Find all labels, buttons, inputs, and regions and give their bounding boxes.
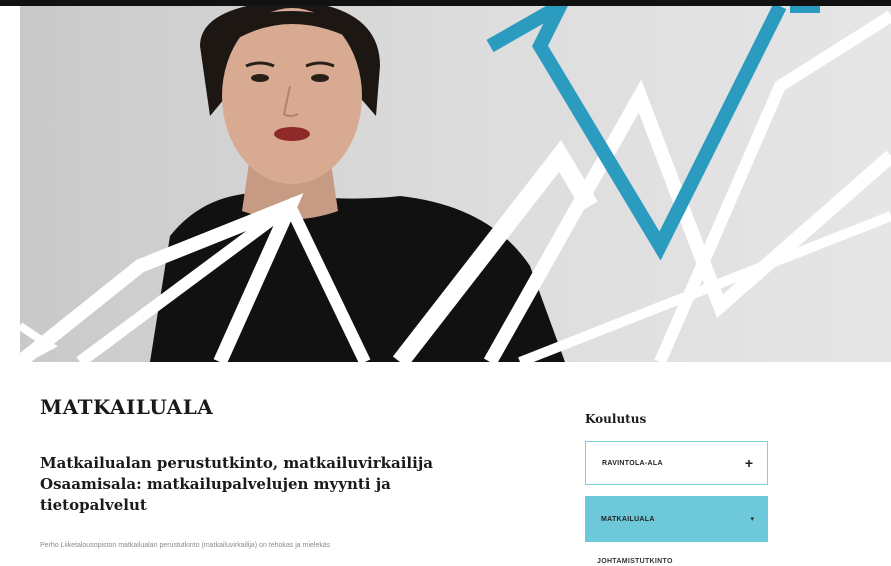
subtitle-line-3: tietopalvelut (40, 496, 147, 514)
main-content: MATKAILUALA Matkailualan perustutkinto, … (40, 395, 560, 549)
degree-subtitle: Matkailualan perustutkinto, matkailuvirk… (40, 453, 560, 516)
caret-down-icon[interactable]: ▾ (750, 515, 754, 523)
sidebar-heading: Koulutus (585, 412, 647, 426)
sidebar-item-johtamistutkinto[interactable]: JOHTAMISTUTKINTO (597, 558, 673, 565)
accordion-matkailuala[interactable]: MATKAILUALA ▾ (585, 496, 768, 542)
hero-image (20, 6, 891, 362)
subtitle-line-1: Matkailualan perustutkinto, matkailuvirk… (40, 454, 433, 472)
accordion-label: RAVINTOLA-ALA (602, 459, 663, 467)
intro-paragraph: Perho Liiketalousopiston matkailualan pe… (40, 542, 331, 549)
sidebar: Koulutus RAVINTOLA-ALA + MATKAILUALA ▾ J… (585, 412, 770, 565)
page-title: MATKAILUALA (40, 395, 214, 419)
accordion-ravintola-ala[interactable]: RAVINTOLA-ALA + (585, 441, 768, 485)
accordion-label: MATKAILUALA (601, 515, 655, 523)
subtitle-line-2: Osaamisala: matkailupalvelujen myynti ja (40, 475, 391, 493)
plus-icon[interactable]: + (745, 456, 753, 470)
